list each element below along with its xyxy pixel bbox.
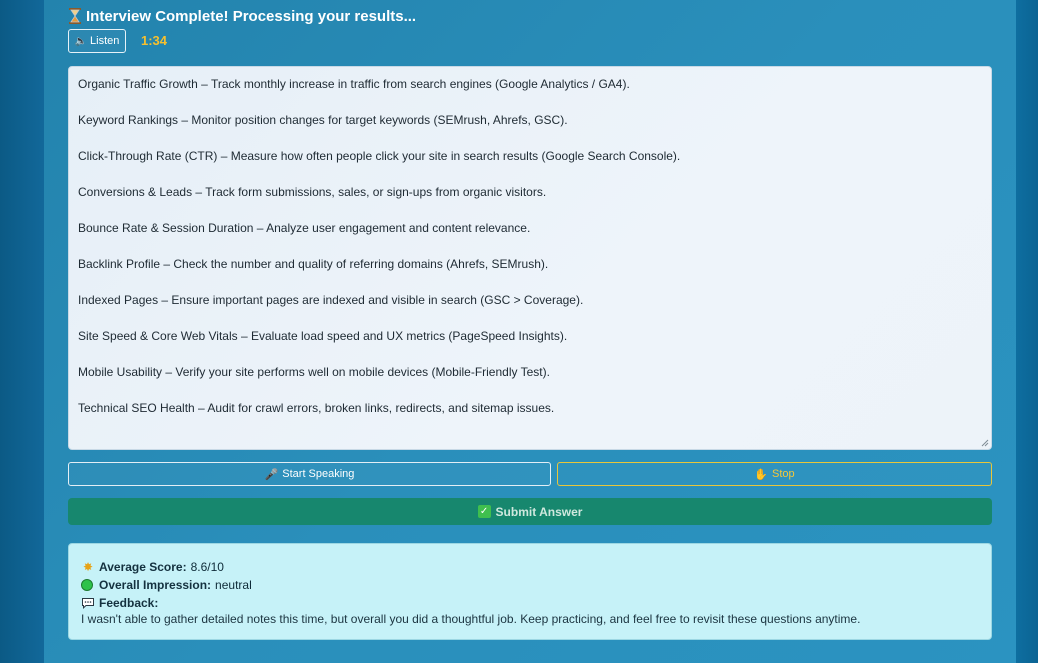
status-title-text: Interview Complete! Processing your resu… [86,7,417,25]
start-speaking-button[interactable]: 🎤 Start Speaking [68,462,551,486]
feedback-label: Feedback: [99,596,159,610]
stop-label: Stop [772,468,795,480]
speech-bubble-icon [82,598,94,609]
answer-line: Keyword Rankings – Monitor position chan… [78,113,568,127]
overall-impression-value: neutral [215,578,252,592]
submit-answer-button[interactable]: ✓ Submit Answer [68,498,992,525]
star-burst-icon: ✸ [82,560,94,574]
answer-line: Organic Traffic Growth – Track monthly i… [78,77,630,91]
results-panel: ✸ Average Score: 8.6/10 Overall Impressi… [68,543,992,640]
submit-answer-label: Submit Answer [495,504,583,519]
average-score-label: Average Score: [99,560,187,574]
answer-line: Site Speed & Core Web Vitals – Evaluate … [78,329,568,343]
page-background-right [1016,0,1038,663]
timer: 1:34 [141,33,168,48]
speaker-icon: 🔈 [74,35,88,47]
green-circle-icon [81,579,93,591]
feedback-row: Feedback: [81,594,979,612]
answer-line: Bounce Rate & Session Duration – Analyze… [78,221,531,235]
answer-line: Backlink Profile – Check the number and … [78,257,549,271]
overall-impression-label: Overall Impression: [99,578,212,592]
listen-label: Listen [90,35,120,47]
average-score-value: 8.6/10 [190,560,224,574]
average-score-row: ✸ Average Score: 8.6/10 [81,558,979,576]
start-speaking-label: Start Speaking [282,468,355,480]
answer-line: Technical SEO Health – Audit for crawl e… [78,401,555,415]
hourglass-icon [68,8,82,24]
answer-line: Click-Through Rate (CTR) – Measure how o… [78,149,681,163]
answer-textarea[interactable]: Organic Traffic Growth – Track monthly i… [68,66,992,450]
hand-stop-icon: ✋ [754,468,769,481]
status-title: Interview Complete! Processing your resu… [68,6,416,26]
overall-impression-row: Overall Impression: neutral [81,576,979,594]
feedback-text: I wasn't able to gather detailed notes t… [81,612,861,626]
listen-button[interactable]: 🔈 Listen [68,29,126,53]
page-background-left [0,0,44,663]
answer-line: Mobile Usability – Verify your site perf… [78,365,550,379]
answer-line: Indexed Pages – Ensure important pages a… [78,293,584,307]
checkmark-icon: ✓ [477,505,491,518]
answer-line: Conversions & Leads – Track form submiss… [78,185,547,199]
resize-grip-icon[interactable] [981,439,989,447]
microphone-icon: 🎤 [264,468,279,481]
stop-button[interactable]: ✋ Stop [557,462,992,486]
